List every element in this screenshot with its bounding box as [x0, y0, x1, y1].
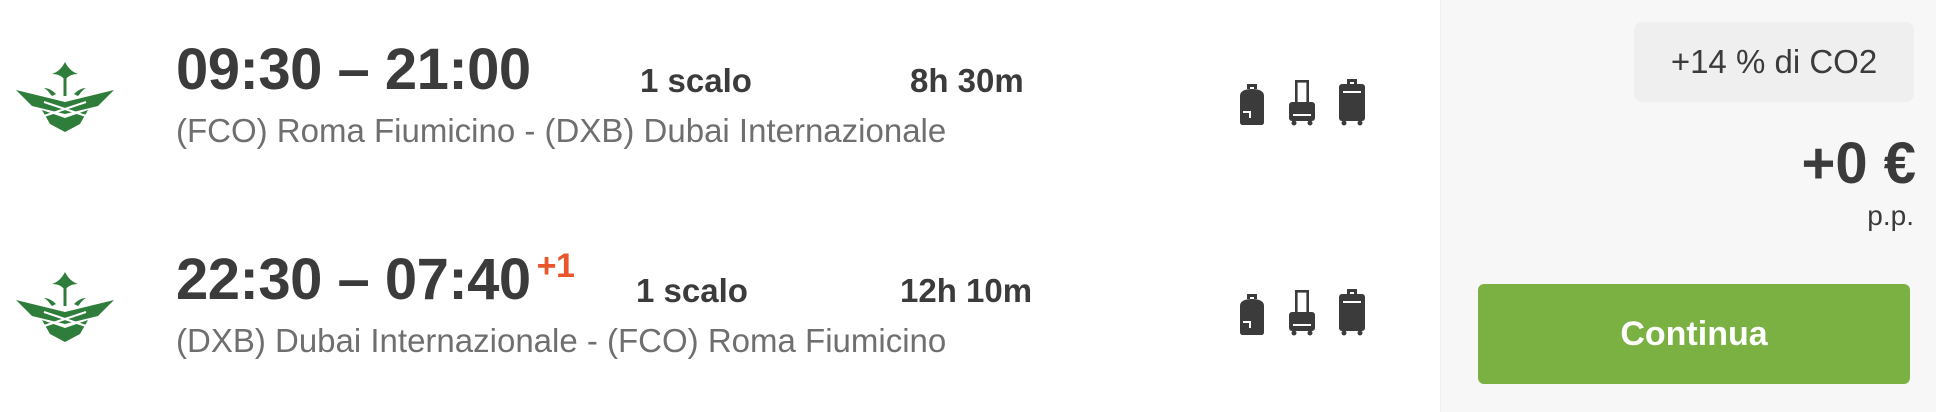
trolley-icon: [1289, 290, 1315, 336]
flight-row-return: 22:30 – 07:40 +1 (DXB) Dubai Internaziona…: [0, 238, 1440, 378]
flight-row-outbound: 09:30 – 21:00 (FCO) Roma Fiumicino - (DX…: [0, 28, 1440, 168]
day-offset: +1: [536, 246, 575, 285]
airline-logo-icon: [16, 62, 114, 132]
co2-badge: +14 % di CO2: [1634, 22, 1914, 102]
backpack-icon: [1240, 84, 1264, 125]
price-per-person: p.p.: [1867, 200, 1914, 231]
flight-times-text: 22:30 – 07:40: [176, 247, 531, 312]
suitcase-icon: [1339, 79, 1365, 126]
baggage-icons: [1236, 286, 1376, 336]
flight-route: (FCO) Roma Fiumicino - (DXB) Dubai Inter…: [176, 112, 947, 149]
flight-times: 22:30 – 07:40 +1: [176, 246, 575, 312]
airline-logo-icon: [16, 272, 114, 342]
trolley-icon: [1289, 80, 1315, 126]
flight-stops: 1 scalo: [636, 272, 748, 309]
flight-details-panel: 09:30 – 21:00 (FCO) Roma Fiumicino - (DX…: [0, 0, 1440, 412]
baggage-icons: [1236, 76, 1376, 126]
flight-duration: 12h 10m: [900, 272, 1033, 309]
flight-times-text: 09:30 – 21:00: [176, 37, 531, 102]
price: +0 €: [1801, 131, 1917, 196]
suitcase-icon: [1339, 289, 1365, 336]
continue-button[interactable]: Continua: [1478, 284, 1910, 384]
flight-times: 09:30 – 21:00: [176, 38, 537, 102]
flight-duration: 8h 30m: [910, 62, 1024, 99]
flight-stops: 1 scalo: [640, 62, 752, 99]
backpack-icon: [1240, 294, 1264, 335]
flight-route: (DXB) Dubai Internazionale - (FCO) Roma …: [176, 322, 947, 359]
